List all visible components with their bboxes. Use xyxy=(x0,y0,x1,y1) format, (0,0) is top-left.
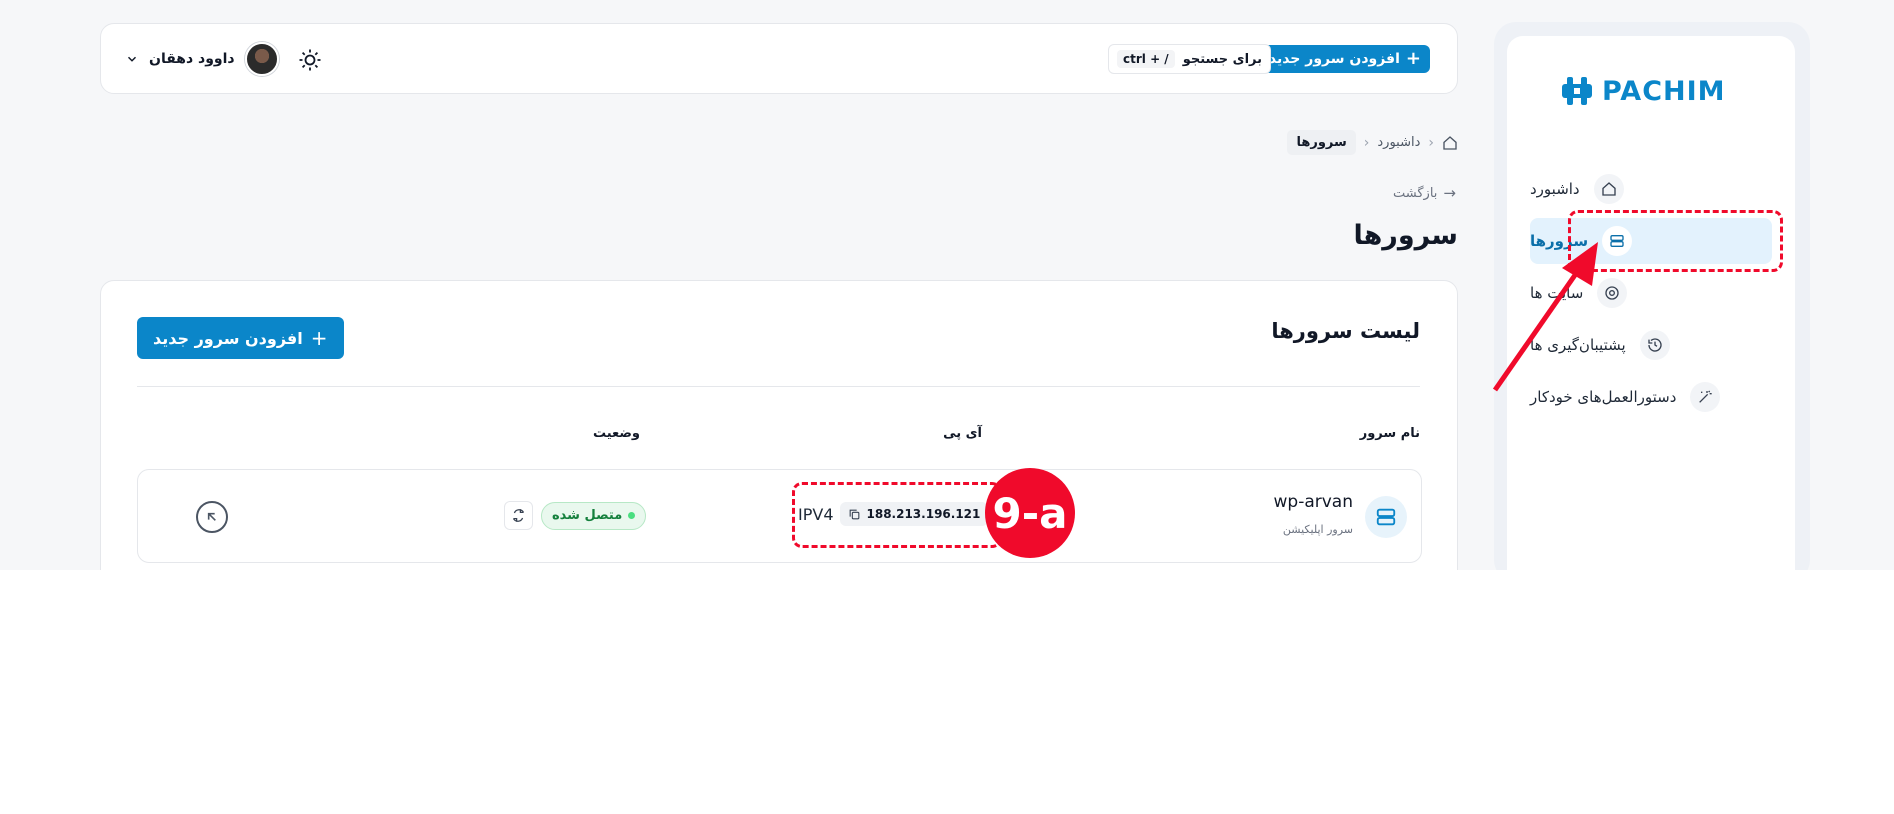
refresh-icon xyxy=(512,509,525,522)
chevron-left-icon: ‹ xyxy=(1428,134,1434,151)
annotation-arrow-icon xyxy=(1492,242,1598,392)
breadcrumb-dashboard[interactable]: داشبورد xyxy=(1377,135,1420,150)
refresh-button[interactable] xyxy=(504,501,533,530)
table-row[interactable]: wp-arvan سرور اپلیکیشن IPV4 188.213.196.… xyxy=(137,469,1422,563)
open-server-button[interactable] xyxy=(196,501,228,533)
server-icon xyxy=(1365,496,1407,538)
server-type: سرور اپلیکیشن xyxy=(1282,523,1353,536)
plus-icon: + xyxy=(310,326,328,350)
chevron-down-icon xyxy=(127,56,137,62)
sun-icon xyxy=(299,49,321,71)
app-window: PACHIM داشبورد سرورها سایت ها پشتیبان‌گی… xyxy=(0,0,1894,570)
user-name: داوود دهقان xyxy=(149,51,235,67)
status-badge: متصل شده xyxy=(541,501,647,530)
status-dot xyxy=(628,512,636,519)
search-shortcut: ctrl + / xyxy=(1117,50,1175,68)
sidebar-item-label: داشبورد xyxy=(1530,180,1580,198)
plus-icon: + xyxy=(1405,48,1421,69)
magic-wand-icon xyxy=(1690,382,1721,412)
server-name[interactable]: wp-arvan xyxy=(1274,492,1354,512)
page-title: سرورها xyxy=(1353,220,1458,251)
arrow-up-left-icon xyxy=(207,512,216,521)
add-server-header-button[interactable]: + افزودن سرور جدید xyxy=(1259,45,1430,73)
arrow-right-icon: → xyxy=(1443,184,1456,202)
card-title: لیست سرورها xyxy=(1271,319,1420,343)
back-label: بازگشت xyxy=(1393,185,1438,201)
brand-logo[interactable]: PACHIM xyxy=(1560,74,1726,108)
breadcrumb-servers: سرورها xyxy=(1287,130,1356,155)
sidebar-item-dashboard[interactable]: داشبورد xyxy=(1530,166,1772,212)
search-label: برای جستجو xyxy=(1182,51,1262,67)
servers-card: لیست سرورها + افزودن سرور جدید نام سرور … xyxy=(100,280,1458,570)
back-link[interactable]: → بازگشت xyxy=(1393,184,1456,202)
history-icon xyxy=(1639,330,1670,360)
add-server-header-label: افزودن سرور جدید xyxy=(1268,51,1400,67)
chevron-left-icon: ‹ xyxy=(1363,134,1370,151)
brand-logo-icon xyxy=(1562,77,1592,105)
column-header-ip: آی پی xyxy=(943,426,982,441)
annotation-highlight-ip xyxy=(792,482,1002,548)
user-menu[interactable]: داوود دهقان xyxy=(125,42,279,76)
annotation-step-badge: 9-a xyxy=(985,468,1075,558)
avatar xyxy=(244,42,279,76)
brand-name: PACHIM xyxy=(1602,75,1726,107)
add-server-label: افزودن سرور جدید xyxy=(153,328,303,348)
column-header-name: نام سرور xyxy=(1359,426,1420,441)
status-label: متصل شده xyxy=(552,508,623,523)
home-icon[interactable] xyxy=(1442,135,1458,151)
theme-toggle-button[interactable] xyxy=(296,46,324,74)
search-trigger[interactable]: برای جستجو ctrl + / xyxy=(1108,44,1271,74)
divider xyxy=(137,386,1420,387)
breadcrumb: ‹ داشبورد ‹ سرورها xyxy=(1287,130,1458,155)
column-header-status: وضعیت xyxy=(592,426,640,441)
top-header: + افزودن سرور جدید برای جستجو ctrl + / د… xyxy=(100,23,1458,94)
status-cell: متصل شده xyxy=(504,501,647,530)
add-server-button[interactable]: + افزودن سرور جدید xyxy=(137,317,344,359)
home-icon xyxy=(1593,174,1624,204)
